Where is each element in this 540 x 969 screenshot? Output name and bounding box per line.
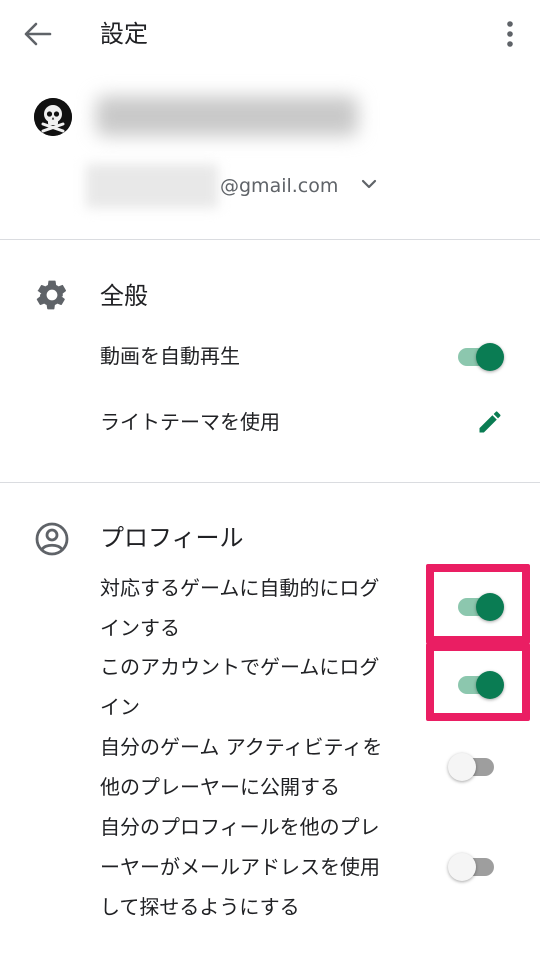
blurred-account-name (96, 96, 358, 136)
public-activity-label: 自分のゲーム アクティビティを 他のプレーヤーに公開する (100, 727, 418, 807)
label-line: して探せるようにする (100, 895, 300, 919)
more-vert-icon[interactable] (498, 18, 522, 50)
account-sign-in-toggle[interactable] (458, 667, 504, 701)
label-line: 対応するゲームに自動的にログ (100, 576, 380, 600)
blurred-email-prefix (86, 164, 218, 208)
avatar[interactable] (34, 98, 72, 136)
general-section-title: 全般 (100, 282, 148, 310)
profile-section-title: プロフィール (100, 524, 244, 552)
auto-sign-in-toggle[interactable] (458, 589, 504, 623)
public-activity-toggle[interactable] (448, 749, 498, 783)
chevron-down-icon[interactable] (360, 176, 378, 192)
pencil-icon[interactable] (476, 408, 504, 436)
autoplay-toggle[interactable] (458, 339, 504, 373)
label-line: 自分のプロフィールを他のプレ (100, 815, 380, 839)
label-line: 自分のゲーム アクティビティを (100, 735, 383, 759)
light-theme-label[interactable]: ライトテーマを使用 (100, 402, 418, 442)
findable-by-email-toggle[interactable] (448, 849, 498, 883)
findable-by-email-label: 自分のプロフィールを他のプレ ーヤーがメールアドレスを使用 して探せるようにする (100, 807, 418, 927)
skull-crossbones-icon (34, 98, 72, 136)
auto-sign-in-label: 対応するゲームに自動的にログ インする (100, 568, 418, 648)
divider (0, 482, 540, 483)
label-line: ーヤーがメールアドレスを使用 (100, 855, 380, 879)
page-title: 設定 (100, 20, 148, 48)
account-sign-in-label: このアカウントでゲームにログ イン (100, 647, 418, 727)
gear-icon (34, 277, 70, 313)
label-line: イン (100, 695, 140, 719)
account-circle-icon (34, 521, 70, 557)
account-email-suffix: @gmail.com (220, 175, 339, 197)
back-arrow-icon[interactable] (22, 20, 54, 48)
label-line: このアカウントでゲームにログ (100, 655, 380, 679)
label-line: 他のプレーヤーに公開する (100, 775, 340, 799)
label-line: インする (100, 616, 180, 640)
divider (0, 239, 540, 240)
autoplay-label: 動画を自動再生 (100, 344, 240, 368)
